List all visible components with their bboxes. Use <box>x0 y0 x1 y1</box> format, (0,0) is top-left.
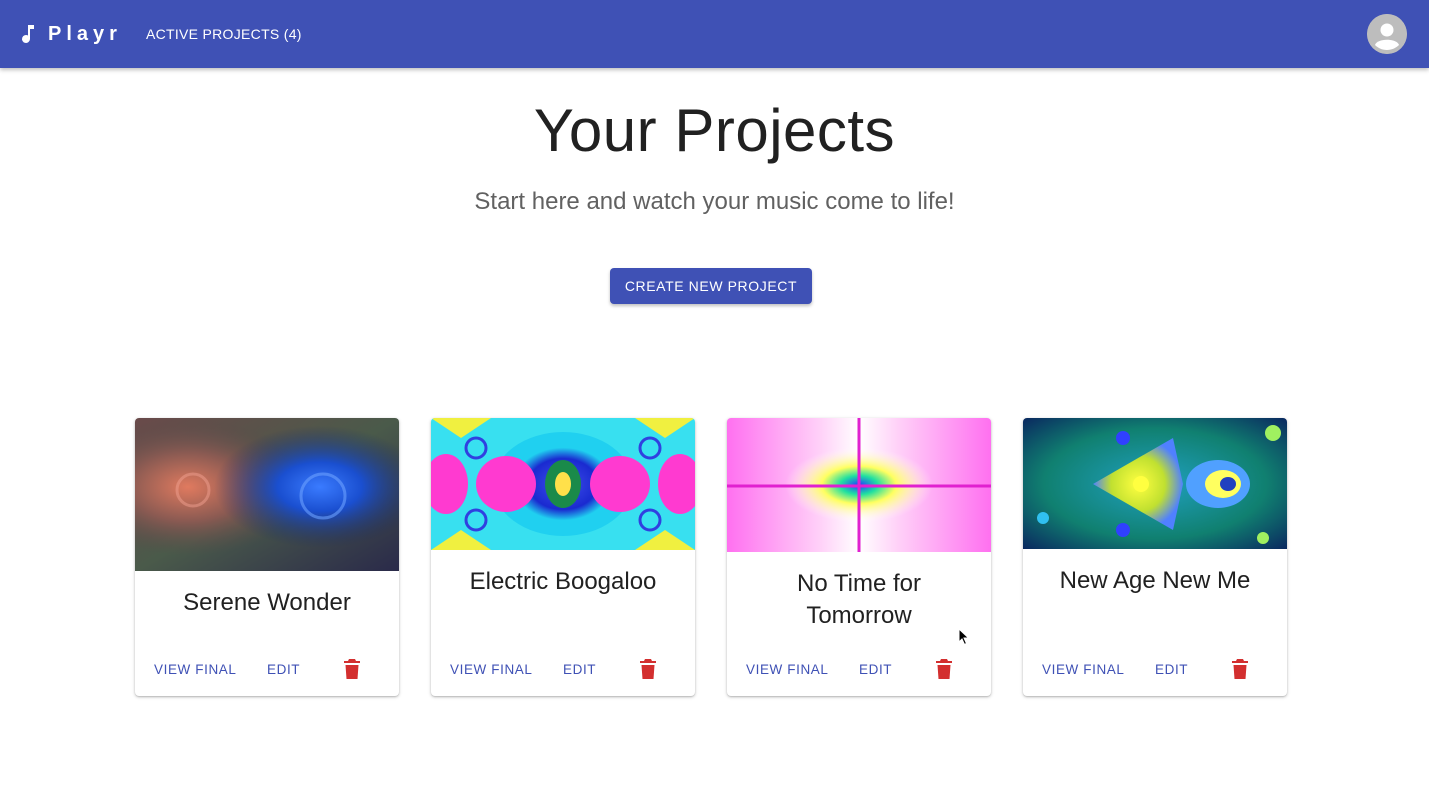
view-final-button[interactable]: VIEW FINAL <box>746 662 829 677</box>
project-title: Electric Boogaloo <box>469 568 657 595</box>
edit-button[interactable]: EDIT <box>859 662 892 677</box>
brand-name: Playr <box>48 22 122 45</box>
page-title: Your Projects <box>533 97 896 164</box>
project-card: No Time for Tomorrow VIEW FINAL EDIT <box>727 418 991 696</box>
project-card: Electric Boogaloo VIEW FINAL EDIT <box>431 418 695 696</box>
project-title: Serene Wonder <box>183 589 351 616</box>
edit-button[interactable]: EDIT <box>267 662 300 677</box>
view-final-button[interactable]: VIEW FINAL <box>450 662 533 677</box>
trash-icon[interactable] <box>343 658 361 680</box>
project-card: New Age New Me VIEW FINAL EDIT <box>1023 418 1287 696</box>
edit-button[interactable]: EDIT <box>1155 662 1188 677</box>
edit-button[interactable]: EDIT <box>563 662 596 677</box>
project-card: Serene Wonder VIEW FINAL EDIT <box>135 418 399 696</box>
brand-logo[interactable]: Playr <box>20 23 122 46</box>
card-actions: VIEW FINAL EDIT <box>727 646 991 696</box>
active-projects-link[interactable]: ACTIVE PROJECTS (4) <box>146 26 302 42</box>
project-title: No Time for Tomorrow <box>796 570 922 629</box>
project-thumbnail[interactable] <box>1023 418 1287 549</box>
view-final-button[interactable]: VIEW FINAL <box>1042 662 1125 677</box>
card-actions: VIEW FINAL EDIT <box>431 646 695 696</box>
project-thumbnail[interactable] <box>135 418 399 571</box>
app-bar: Playr ACTIVE PROJECTS (4) <box>0 0 1429 68</box>
music-note-icon <box>20 24 36 44</box>
project-thumbnail[interactable] <box>431 418 695 550</box>
mouse-cursor-icon <box>958 627 970 646</box>
project-grid: Serene Wonder VIEW FINAL EDIT Electric B… <box>135 418 1287 696</box>
card-actions: VIEW FINAL EDIT <box>135 646 399 696</box>
account-circle-icon <box>1367 14 1407 54</box>
view-final-button[interactable]: VIEW FINAL <box>154 662 237 677</box>
trash-icon[interactable] <box>1231 658 1249 680</box>
page-subtitle: Start here and watch your music come to … <box>474 188 955 215</box>
create-project-button[interactable]: CREATE NEW PROJECT <box>610 268 812 304</box>
card-actions: VIEW FINAL EDIT <box>1023 646 1287 696</box>
trash-icon[interactable] <box>935 658 953 680</box>
project-thumbnail[interactable] <box>727 418 991 552</box>
trash-icon[interactable] <box>639 658 657 680</box>
account-avatar[interactable] <box>1367 14 1407 54</box>
project-title: New Age New Me <box>1059 567 1251 594</box>
